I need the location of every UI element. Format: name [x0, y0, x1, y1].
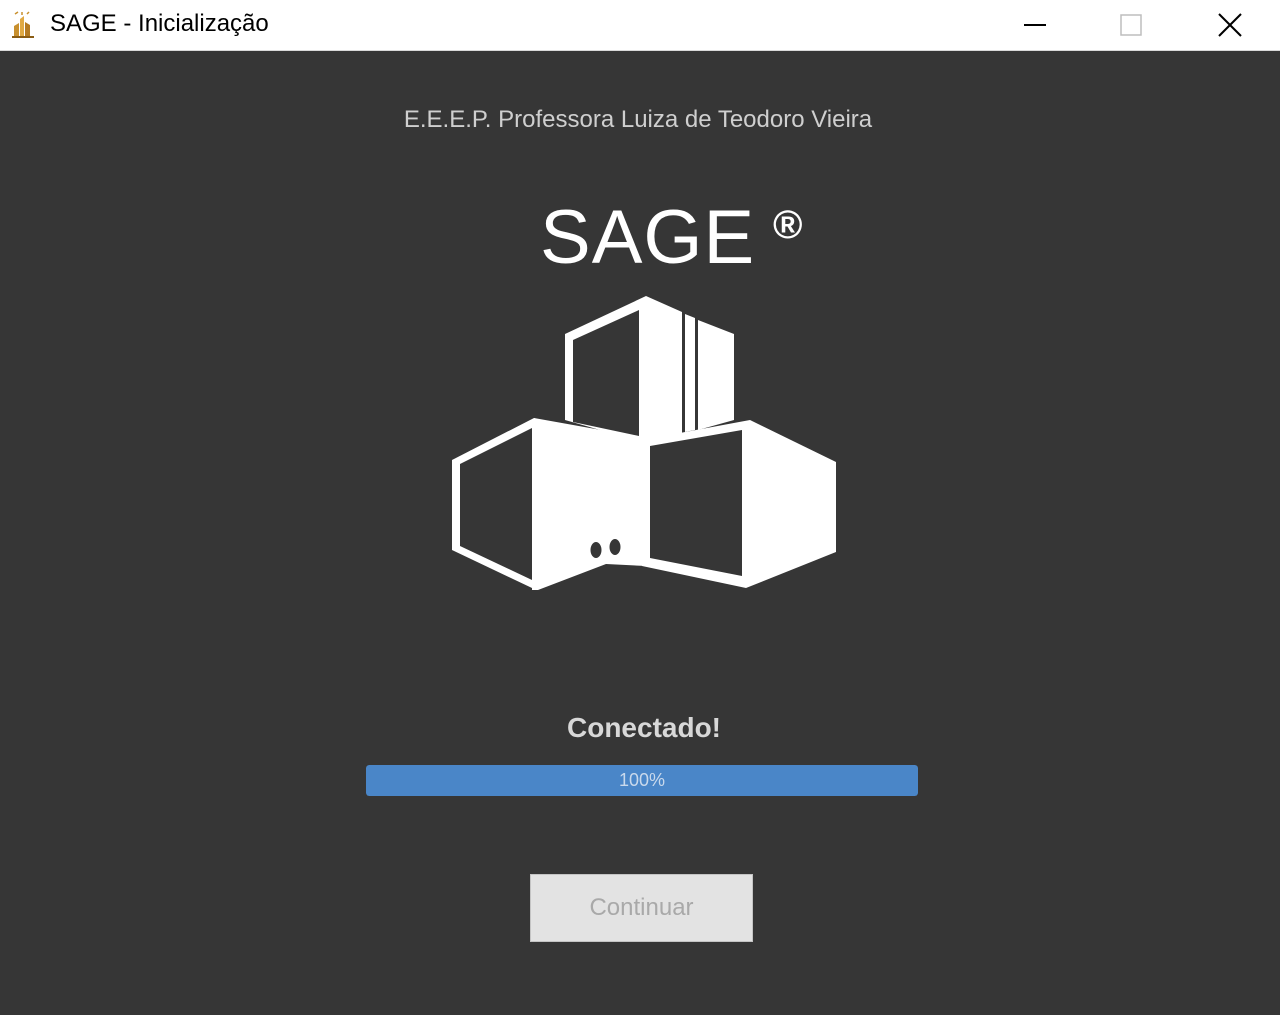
window-title: SAGE - Inicialização: [50, 10, 269, 37]
building-logo-icon: [452, 296, 836, 590]
close-button[interactable]: [1182, 0, 1278, 50]
connection-status: Conectado!: [567, 712, 721, 743]
title-bar[interactable]: SAGE - Inicialização: [0, 0, 1280, 51]
app-icon: [12, 11, 34, 38]
logo-text: SAGE: [540, 195, 756, 280]
registered-mark: ®: [773, 203, 803, 247]
close-icon: [1218, 13, 1242, 37]
minimize-icon: [1024, 24, 1046, 26]
progress-label: 100%: [618, 770, 666, 790]
progress-bar: 100%: [366, 765, 918, 796]
minimize-button[interactable]: [987, 0, 1083, 50]
continue-button[interactable]: Continuar: [530, 874, 753, 942]
school-name: E.E.E.P. Professora Luiza de Teodoro Vie…: [403, 106, 873, 133]
maximize-button[interactable]: [1083, 0, 1179, 50]
sage-startup-window: SAGE - Inicialização E.E.E.P. Professora…: [0, 0, 1280, 1015]
maximize-icon: [1120, 14, 1142, 36]
